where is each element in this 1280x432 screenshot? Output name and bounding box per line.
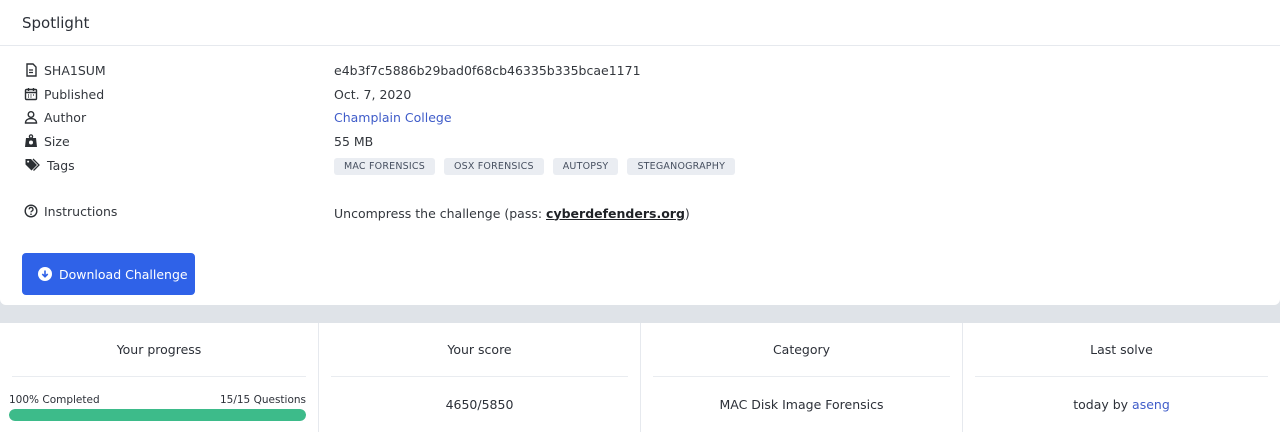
- progress-completed-label: 100% Completed: [9, 394, 100, 406]
- category-title: Category: [653, 323, 950, 377]
- meta-row-size: Size: [24, 131, 70, 151]
- card-header: Spotlight: [0, 0, 1280, 46]
- meta-label: Author: [44, 109, 87, 125]
- size-value: 55 MB: [334, 133, 374, 149]
- progress-bar: [9, 409, 306, 421]
- tag-badge[interactable]: AUTOPSY: [552, 157, 619, 175]
- progress-stat: Your progress 100% Completed 15/15 Quest…: [0, 323, 319, 432]
- user-icon: [24, 111, 38, 124]
- last-solve-value: today by aseng: [963, 377, 1280, 432]
- last-solve-user-link[interactable]: aseng: [1132, 397, 1170, 412]
- instructions-text: Uncompress the challenge (pass: cyberdef…: [334, 203, 690, 223]
- tag-badge[interactable]: MAC FORENSICS: [334, 157, 435, 175]
- score-stat: Your score 4650/5850: [319, 323, 641, 432]
- meta-label: Instructions: [44, 203, 118, 219]
- tags-list: MAC FORENSICS OSX FORENSICS AUTOPSY STEG…: [334, 156, 736, 176]
- last-solve-stat: Last solve today by aseng: [963, 323, 1280, 432]
- meta-row-instructions: Instructions: [24, 201, 117, 221]
- category-value: MAC Disk Image Forensics: [719, 397, 884, 412]
- author-link[interactable]: Champlain College: [334, 107, 452, 127]
- file-icon: [26, 63, 37, 77]
- meta-row-author: Author: [24, 107, 86, 127]
- sha1-value: e4b3f7c5886b29bad0f68cb46335b335bcae1171: [334, 62, 641, 78]
- instructions-prefix: Uncompress the challenge (pass:: [334, 205, 547, 221]
- meta-label: SHA1SUM: [44, 62, 106, 78]
- last-solve-title: Last solve: [975, 323, 1268, 377]
- progress-questions-label: 15/15 Questions: [219, 394, 306, 406]
- instructions-suffix: ): [684, 205, 690, 221]
- tag-badge[interactable]: STEGANOGRAPHY: [627, 157, 736, 175]
- download-icon: [38, 267, 52, 281]
- last-solve-prefix: today by: [1073, 397, 1133, 412]
- tag-badge[interactable]: OSX FORENSICS: [443, 157, 544, 175]
- page-title: Spotlight: [22, 14, 90, 32]
- progress-fill: [9, 409, 306, 421]
- meta-row-published: Published: [24, 84, 104, 104]
- download-label: Download Challenge: [59, 266, 188, 282]
- published-value: Oct. 7, 2020: [334, 86, 412, 102]
- weight-icon: [25, 134, 37, 147]
- progress-title: Your progress: [12, 323, 306, 377]
- password-link[interactable]: cyberdefenders.org: [546, 206, 685, 221]
- stats-panel: Your progress 100% Completed 15/15 Quest…: [0, 323, 1280, 432]
- calendar-icon: [24, 88, 38, 101]
- meta-label: Published: [44, 86, 105, 102]
- category-stat: Category MAC Disk Image Forensics: [641, 323, 963, 432]
- meta-row-sha1: SHA1SUM: [24, 60, 106, 80]
- progress-widget: 100% Completed 15/15 Questions: [9, 390, 306, 421]
- score-title: Your score: [331, 323, 628, 377]
- download-challenge-button[interactable]: Download Challenge: [22, 253, 195, 295]
- challenge-card: Spotlight SHA1SUM e4b3f7c5886b29bad0f68c…: [0, 0, 1280, 305]
- meta-label: Tags: [47, 157, 75, 173]
- meta-label: Size: [44, 133, 70, 149]
- meta-row-tags: Tags: [24, 155, 75, 175]
- score-value: 4650/5850: [445, 397, 514, 412]
- tags-icon: [25, 158, 40, 171]
- question-circle-icon: [24, 204, 38, 218]
